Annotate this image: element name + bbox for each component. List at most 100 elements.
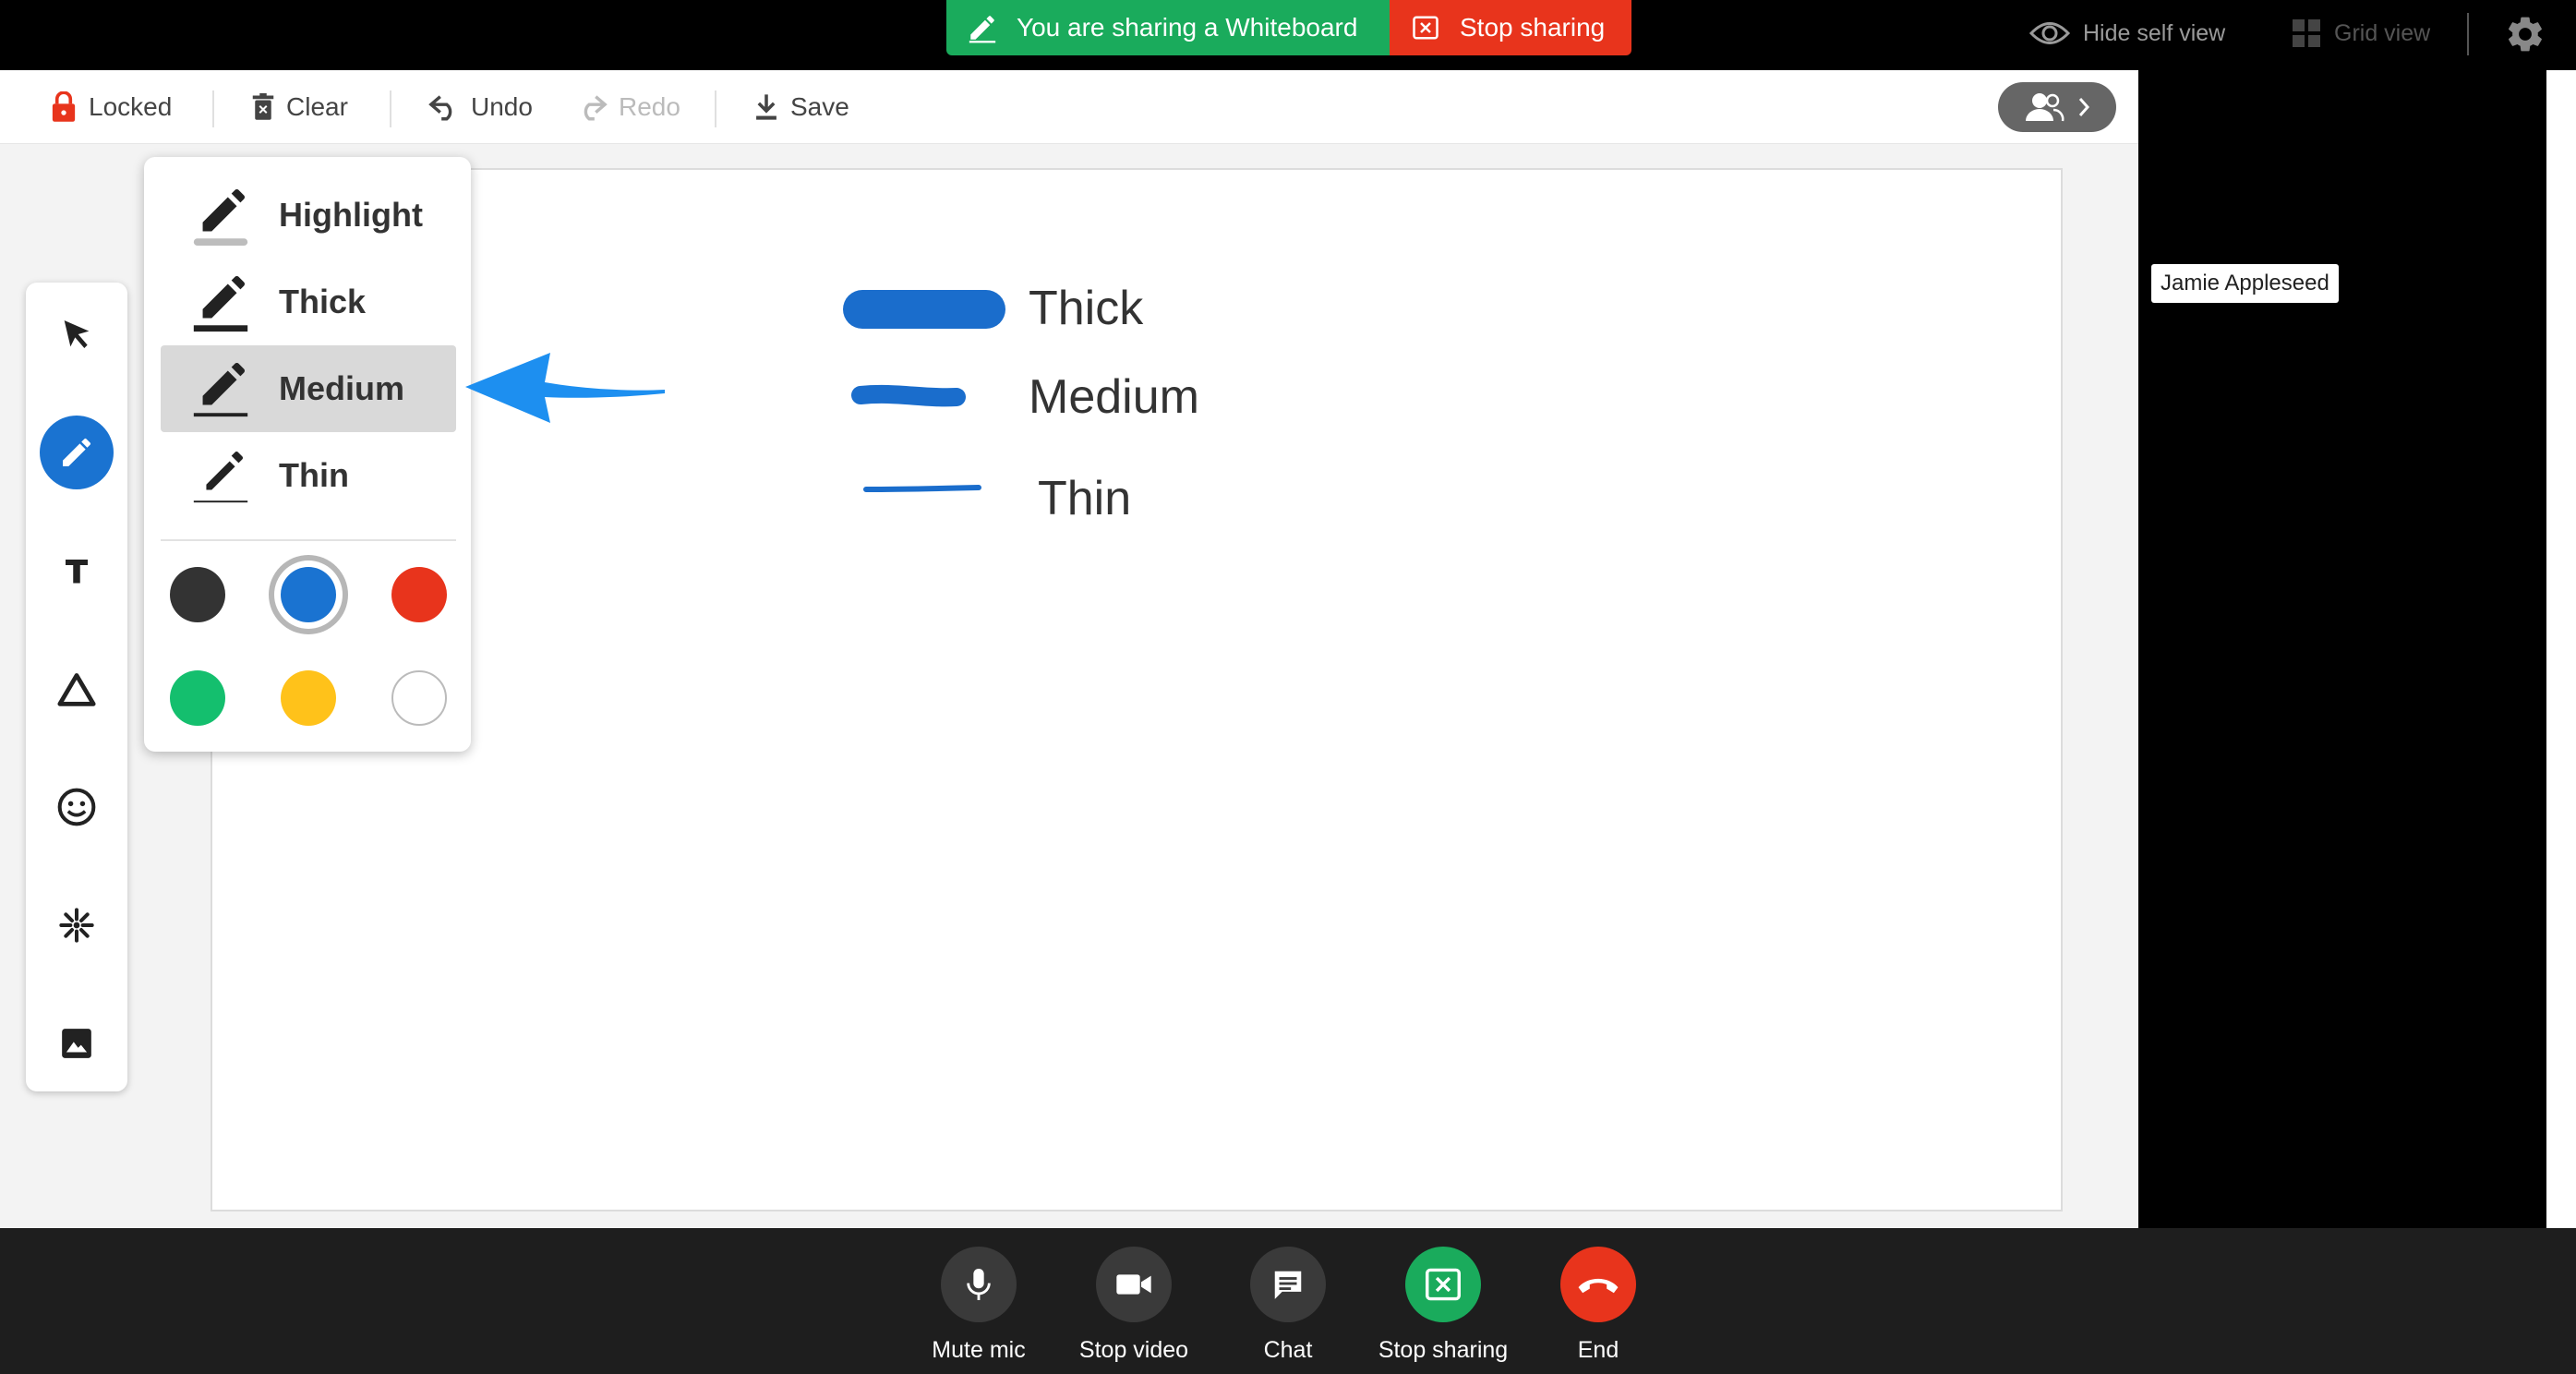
stop-sharing-top-button[interactable]: Stop sharing	[1390, 0, 1631, 55]
chat-label: Chat	[1263, 1337, 1313, 1363]
board-label-thin: Thin	[1038, 472, 1132, 525]
smiley-icon	[57, 788, 96, 826]
pen-option-label: Highlight	[279, 196, 423, 234]
thin-pen-icon	[193, 452, 248, 503]
save-label: Save	[790, 92, 849, 121]
whiteboard-toolbar: Locked Clear Undo Redo Save	[0, 70, 2138, 144]
thin-stroke-sample	[863, 485, 981, 492]
tool-rail	[26, 283, 127, 1091]
mute-mic-button[interactable]: Mute mic	[900, 1247, 1057, 1364]
color-swatch-red[interactable]	[391, 567, 447, 622]
image-tool-button[interactable]	[40, 1006, 114, 1080]
video-camera-icon	[1116, 1274, 1151, 1295]
color-swatch-yellow[interactable]	[281, 670, 336, 726]
grid-icon	[2293, 19, 2320, 47]
redo-label: Redo	[619, 92, 680, 121]
stop-video-button[interactable]: Stop video	[1055, 1247, 1212, 1364]
redo-button[interactable]: Redo	[576, 70, 680, 144]
pointer-arrow-annotation	[465, 353, 665, 423]
locked-label: Locked	[89, 92, 173, 121]
pen-option-label: Thin	[279, 456, 349, 494]
self-video-panel	[2138, 70, 2546, 1228]
pencil-icon	[969, 16, 996, 43]
emoji-tool-button[interactable]	[40, 770, 114, 844]
triangle-icon	[57, 673, 96, 706]
laser-tool-button[interactable]	[40, 888, 114, 962]
mute-mic-label: Mute mic	[932, 1337, 1026, 1363]
chat-button[interactable]: Chat	[1210, 1247, 1366, 1364]
shape-tool-button[interactable]	[40, 652, 114, 726]
pen-option-label: Thick	[279, 283, 367, 320]
color-swatch-blue[interactable]	[281, 567, 336, 622]
trash-icon	[252, 93, 274, 120]
text-t-icon	[66, 560, 88, 584]
color-swatch-white[interactable]	[391, 670, 447, 726]
image-icon	[62, 1029, 91, 1058]
toolbar-divider	[390, 90, 391, 127]
sharing-text: You are sharing a Whiteboard	[1017, 13, 1358, 42]
pen-option-thin[interactable]: Thin	[161, 432, 456, 519]
stop-share-icon	[1426, 1268, 1461, 1301]
hide-self-view-button[interactable]: Hide self view	[2029, 0, 2225, 66]
chat-bubble-icon	[1274, 1271, 1302, 1299]
pen-option-thick[interactable]: Thick	[161, 259, 456, 345]
top-bar: You are sharing a Whiteboard Stop sharin…	[0, 0, 2576, 70]
hang-up-phone-icon	[1578, 1278, 1619, 1294]
right-edge-strip	[2546, 70, 2576, 1228]
pen-option-highlight[interactable]: Highlight	[161, 172, 456, 259]
stop-sharing-label: Stop sharing	[1378, 1337, 1509, 1363]
download-icon	[756, 94, 776, 120]
pen-option-label: Medium	[279, 369, 405, 407]
cursor-arrow-icon	[64, 320, 90, 348]
pen-tool-button[interactable]	[40, 416, 114, 489]
text-tool-button[interactable]	[40, 534, 114, 608]
end-label: End	[1577, 1337, 1619, 1363]
board-label-medium: Medium	[1029, 370, 1199, 424]
stop-sharing-top-label: Stop sharing	[1460, 13, 1606, 42]
hide-self-view-label: Hide self view	[2083, 19, 2226, 46]
chevron-right-icon	[2078, 98, 2090, 116]
undo-button[interactable]: Undo	[428, 70, 533, 144]
locked-button[interactable]: Locked	[50, 70, 172, 144]
pen-options-popover: Highlight Thick Medium Thin	[144, 157, 471, 752]
redo-icon	[584, 95, 608, 121]
sparkle-icon	[59, 908, 94, 943]
toolbar-divider	[715, 90, 716, 127]
clear-label: Clear	[286, 92, 348, 121]
popover-divider	[161, 539, 456, 541]
gear-icon[interactable]	[2504, 13, 2546, 55]
grid-view-button[interactable]: Grid view	[2292, 0, 2430, 66]
stop-sharing-button[interactable]: Stop sharing	[1365, 1247, 1522, 1364]
grid-view-label: Grid view	[2334, 19, 2431, 46]
end-call-button[interactable]: End	[1520, 1247, 1677, 1364]
save-button[interactable]: Save	[753, 70, 849, 144]
eye-icon	[2029, 22, 2070, 44]
microphone-icon	[967, 1269, 991, 1300]
board-label-thick: Thick	[1029, 282, 1144, 335]
chat-circle[interactable]	[1250, 1247, 1326, 1322]
color-swatch-green[interactable]	[170, 670, 225, 726]
top-divider	[2467, 13, 2469, 55]
medium-stroke-sample	[851, 384, 966, 407]
lock-icon	[52, 91, 76, 122]
participants-toggle-button[interactable]	[1998, 82, 2116, 132]
whiteboard-canvas[interactable]: Thick Medium Thin	[211, 168, 2063, 1211]
select-tool-button[interactable]	[40, 297, 114, 371]
mute-mic-circle[interactable]	[941, 1247, 1017, 1322]
pencil-icon	[63, 438, 91, 466]
stop-sharing-circle[interactable]	[1405, 1247, 1481, 1322]
clear-button[interactable]: Clear	[251, 70, 348, 144]
end-call-circle[interactable]	[1560, 1247, 1636, 1322]
sharing-indicator: You are sharing a Whiteboard	[946, 0, 1390, 55]
color-swatch-black[interactable]	[170, 567, 225, 622]
undo-label: Undo	[471, 92, 533, 121]
stop-video-circle[interactable]	[1096, 1247, 1172, 1322]
stop-video-label: Stop video	[1078, 1337, 1189, 1363]
medium-pen-icon	[193, 363, 248, 417]
call-controls-bar: Mute mic Stop video Chat Stop sharing En…	[0, 1228, 2576, 1374]
pen-option-medium[interactable]: Medium	[161, 345, 456, 432]
people-icon	[2026, 93, 2064, 122]
stop-share-icon	[1413, 16, 1438, 40]
highlight-pen-icon	[193, 189, 248, 247]
participant-name-tag: Jamie Appleseed	[2151, 264, 2339, 303]
